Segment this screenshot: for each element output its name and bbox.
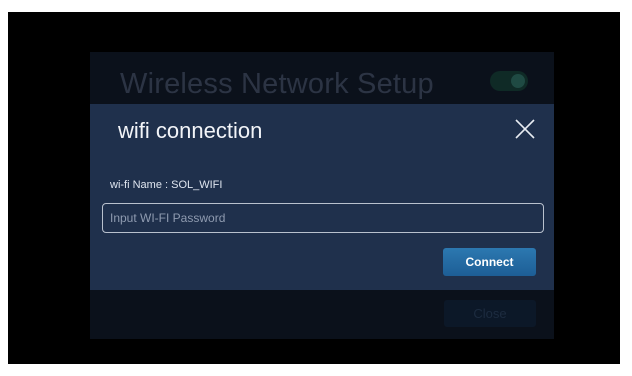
dialog-title: wifi connection xyxy=(118,118,263,143)
toggle-knob xyxy=(511,74,525,88)
connect-button[interactable]: Connect xyxy=(443,248,536,276)
wireless-setup-title: Wireless Network Setup xyxy=(120,68,434,100)
page: Wireless Network Setup Close wifi connec… xyxy=(0,0,632,376)
wifi-password-input[interactable] xyxy=(102,203,544,233)
wireless-toggle xyxy=(490,71,528,91)
close-icon[interactable] xyxy=(514,118,536,140)
wifi-name-label: wi-fi Name : SOL_WIFI xyxy=(110,179,223,191)
background-close-button: Close xyxy=(444,300,536,327)
wifi-connection-dialog: wifi connection wi-fi Name : SOL_WIFI Co… xyxy=(90,104,554,290)
